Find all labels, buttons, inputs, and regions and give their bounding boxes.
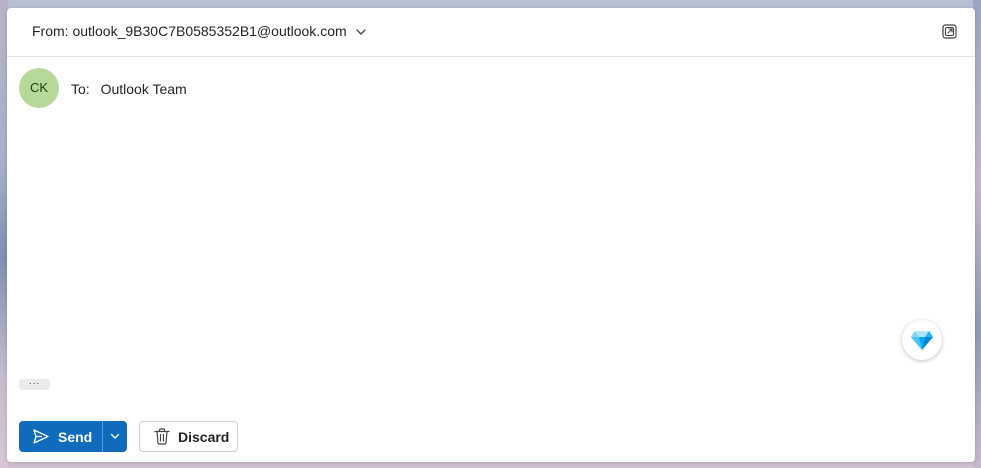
compose-window: From: outlook_9B30C7B0585352B1@outlook.c… [7, 8, 975, 462]
avatar: CK [19, 68, 59, 108]
trash-icon [154, 428, 170, 445]
diamond-icon [911, 331, 933, 350]
send-button-group: Send [19, 421, 127, 452]
chevron-down-icon [110, 433, 120, 439]
send-icon [33, 429, 49, 444]
from-row: From: outlook_9B30C7B0585352B1@outlook.c… [7, 8, 975, 57]
from-selector[interactable]: From: outlook_9B30C7B0585352B1@outlook.c… [32, 23, 347, 39]
popout-icon[interactable] [942, 24, 957, 39]
send-label: Send [58, 428, 93, 445]
recipient-name[interactable]: Outlook Team [101, 81, 187, 97]
to-field[interactable]: To: Outlook Team [71, 81, 187, 97]
from-address: outlook_9B30C7B0585352B1@outlook.com [72, 23, 347, 39]
premium-diamond-button[interactable] [902, 320, 942, 360]
send-options-button[interactable] [102, 421, 127, 452]
show-more-button[interactable]: ... [19, 377, 50, 390]
send-button[interactable]: Send [19, 421, 102, 452]
discard-label: Discard [178, 428, 230, 445]
message-body[interactable] [19, 118, 895, 372]
chevron-down-icon[interactable] [355, 26, 367, 38]
to-label: To: [71, 81, 90, 97]
from-label: From: [32, 23, 69, 39]
discard-button[interactable]: Discard [139, 421, 238, 452]
